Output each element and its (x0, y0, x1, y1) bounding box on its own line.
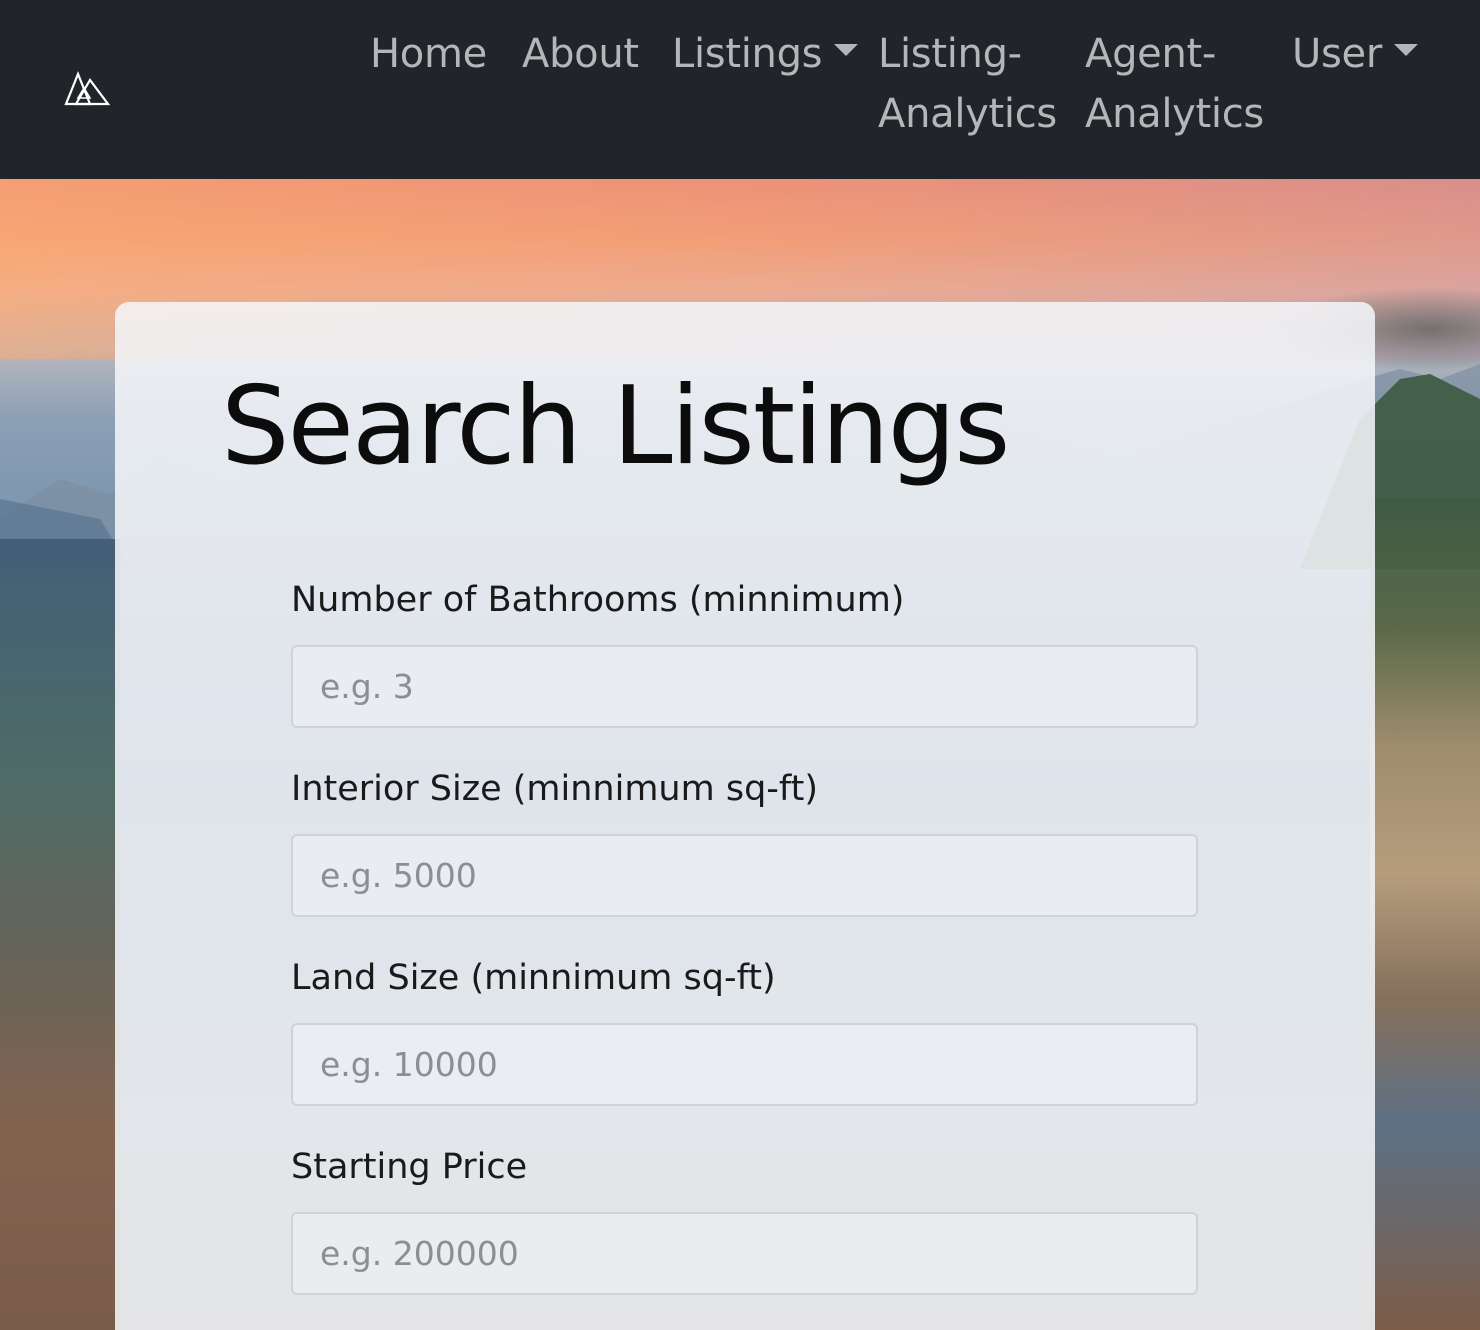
nav-link-listings-label: Listings (672, 31, 823, 77)
nav-link-listing-analytics-line2: Analytics (878, 91, 1057, 137)
top-navbar: Home About Listings Listing- Analytics A… (0, 0, 1480, 179)
nav-link-user-label: User (1292, 31, 1382, 77)
nav-link-listing-analytics-line1: Listing- (878, 31, 1022, 77)
city-left-edge (0, 539, 120, 1330)
starting-price-label: Starting Price (291, 1147, 528, 1187)
nav-link-about-label: About (522, 31, 639, 77)
land-size-input[interactable] (291, 1023, 1198, 1106)
interior-size-input[interactable] (291, 834, 1198, 917)
caret-down-icon (1393, 44, 1418, 56)
nav-link-home[interactable]: Home (370, 24, 487, 84)
nav-link-agent-analytics[interactable]: Agent- Analytics (1085, 24, 1264, 144)
nav-link-agent-analytics-line2: Analytics (1085, 91, 1264, 137)
nav-link-listing-analytics[interactable]: Listing- Analytics (878, 24, 1057, 144)
nav-dropdown-user[interactable]: User (1292, 24, 1418, 84)
bathrooms-input[interactable] (291, 645, 1198, 728)
land-size-label: Land Size (minnimum sq-ft) (291, 958, 776, 998)
nav-link-home-label: Home (370, 31, 487, 77)
starting-price-input[interactable] (291, 1212, 1198, 1295)
search-listings-card: Search Listings Number of Bathrooms (min… (115, 302, 1375, 1330)
page-title: Search Listings (221, 364, 1010, 489)
city-right-edge (1370, 499, 1480, 1330)
mountain-logo-icon (64, 71, 111, 106)
caret-down-icon (834, 44, 859, 56)
nav-dropdown-listings[interactable]: Listings (672, 24, 859, 84)
brand-logo[interactable] (64, 70, 112, 108)
nav-link-about[interactable]: About (522, 24, 639, 84)
interior-size-label: Interior Size (minnimum sq-ft) (291, 769, 818, 809)
bathrooms-label: Number of Bathrooms (minnimum) (291, 580, 905, 620)
nav-link-agent-analytics-line1: Agent- (1085, 31, 1217, 77)
